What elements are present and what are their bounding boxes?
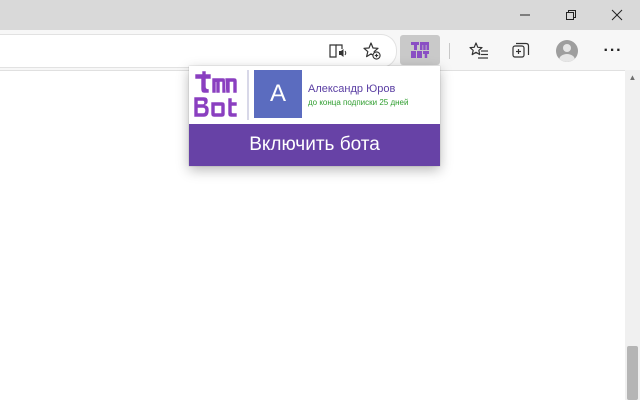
page-scrollbar[interactable]: ▲: [625, 70, 640, 400]
tm-bot-extension-button[interactable]: [400, 35, 440, 65]
browser-toolbar: ···: [0, 30, 640, 71]
immersive-reader-button[interactable]: [324, 37, 352, 65]
collections-button[interactable]: [507, 37, 535, 65]
toolbar-separator: [449, 43, 450, 59]
scroll-thumb[interactable]: [627, 346, 638, 400]
profile-icon: [556, 40, 578, 62]
close-window-button[interactable]: [594, 0, 640, 30]
popup-divider: [247, 70, 249, 120]
minimize-button[interactable]: [502, 0, 548, 30]
user-avatar: A: [254, 70, 302, 118]
restore-button[interactable]: [548, 0, 594, 30]
profile-button[interactable]: [553, 37, 581, 65]
enable-bot-button[interactable]: Включить бота: [189, 124, 440, 166]
tm-bot-popup: A Александр Юров до конца подписки 25 дн…: [189, 66, 440, 166]
close-icon: [611, 9, 623, 21]
add-favorite-icon: [363, 42, 381, 60]
more-menu-button[interactable]: ···: [599, 37, 627, 65]
tm-bot-logo: [193, 70, 238, 118]
favorites-button[interactable]: [465, 37, 493, 65]
user-name: Александр Юров: [308, 83, 396, 95]
immersive-reader-icon: [329, 44, 347, 58]
scroll-up-arrow-icon[interactable]: ▲: [625, 70, 640, 85]
minimize-icon: [520, 14, 530, 16]
add-favorite-button[interactable]: [358, 37, 386, 65]
more-icon: ···: [603, 42, 623, 59]
tm-bot-extension-icon: [411, 42, 429, 58]
subscription-status: до конца подписки 25 дней: [308, 98, 409, 107]
favorites-icon: [469, 42, 488, 59]
restore-icon: [566, 10, 576, 20]
title-bar: [0, 0, 640, 30]
collections-icon: [512, 42, 530, 58]
